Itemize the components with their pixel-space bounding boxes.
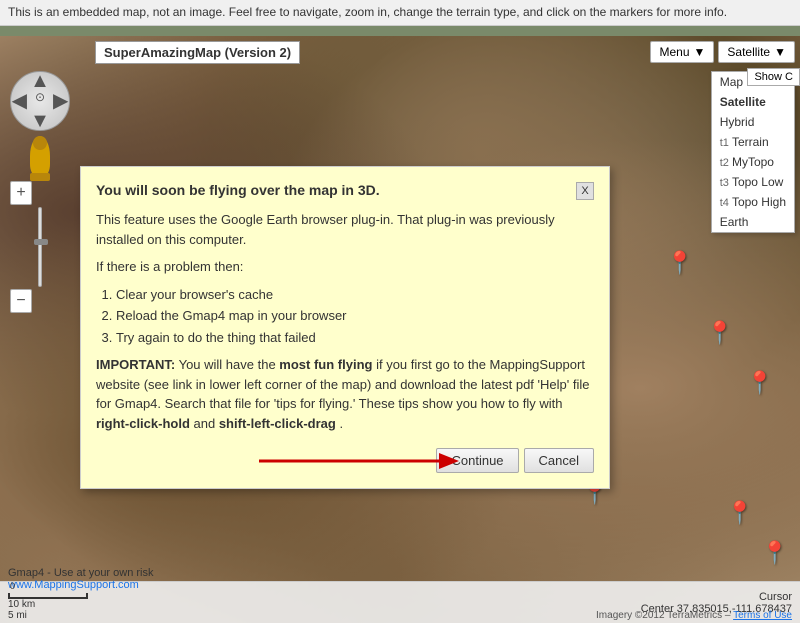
modal-list-item-3: Try again to do the thing that failed bbox=[116, 328, 594, 348]
important-label: IMPORTANT: bbox=[96, 357, 175, 372]
info-text: This is an embedded map, not an image. F… bbox=[8, 5, 727, 19]
modal-overlay: You will soon be flying over the map in … bbox=[0, 36, 800, 623]
map-container[interactable]: SuperAmazingMap (Version 2) ▲ ◀ ⊙ ▶ ▼ bbox=[0, 36, 800, 623]
red-arrow-icon bbox=[259, 449, 459, 473]
modal-paragraph-2: If there is a problem then: bbox=[96, 257, 594, 277]
modal-footer: Continue Cancel bbox=[96, 448, 594, 473]
modal-header: You will soon be flying over the map in … bbox=[96, 182, 594, 200]
modal-important-paragraph: IMPORTANT: You will have the most fun fl… bbox=[96, 355, 594, 433]
modal-dialog: You will soon be flying over the map in … bbox=[80, 166, 610, 489]
modal-list: Clear your browser's cache Reload the Gm… bbox=[116, 285, 594, 348]
modal-title: You will soon be flying over the map in … bbox=[96, 182, 380, 198]
bold-phrase-2: right-click-hold bbox=[96, 416, 190, 431]
cancel-button[interactable]: Cancel bbox=[524, 448, 594, 473]
close-button[interactable]: X bbox=[576, 182, 594, 200]
modal-paragraph-1: This feature uses the Google Earth brows… bbox=[96, 210, 594, 249]
bold-phrase-1: most fun flying bbox=[279, 357, 372, 372]
modal-body: This feature uses the Google Earth brows… bbox=[96, 210, 594, 433]
bold-phrase-3: shift-left-click-drag bbox=[219, 416, 336, 431]
info-bar: This is an embedded map, not an image. F… bbox=[0, 0, 800, 26]
modal-list-item-2: Reload the Gmap4 map in your browser bbox=[116, 306, 594, 326]
modal-list-item-1: Clear your browser's cache bbox=[116, 285, 594, 305]
